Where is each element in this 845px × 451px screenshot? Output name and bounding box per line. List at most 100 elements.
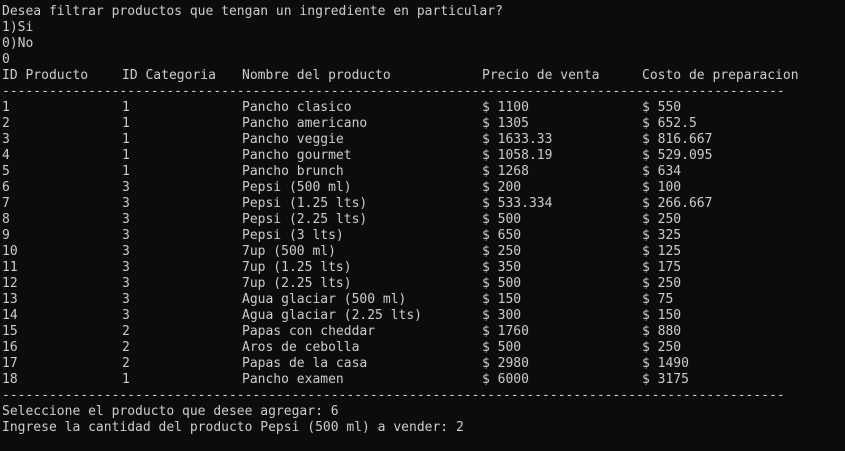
cell-id-producto: 1 bbox=[2, 100, 10, 115]
cell-id-categoria: 2 bbox=[122, 340, 130, 355]
cell-id-producto: 13 bbox=[2, 292, 18, 307]
cell-costo: $ 634 bbox=[642, 164, 682, 179]
cell-id-categoria: 2 bbox=[122, 324, 130, 339]
separator-bottom: ----------------------------------------… bbox=[2, 388, 785, 403]
header-nombre: Nombre del producto bbox=[242, 68, 391, 83]
table-row: 17 2 Papas de la casa $ 2980 $ 1490 bbox=[2, 356, 845, 372]
cell-id-producto: 18 bbox=[2, 372, 18, 387]
cell-costo: $ 652.5 bbox=[642, 116, 697, 131]
table-row: 8 3 Pepsi (2.25 lts) $ 500 $ 250 bbox=[2, 212, 845, 228]
table-row: 15 2 Papas con cheddar $ 1760 $ 880 bbox=[2, 324, 845, 340]
cell-costo: $ 75 bbox=[642, 292, 674, 307]
cell-id-categoria: 1 bbox=[122, 148, 130, 163]
cell-nombre: 7up (500 ml) bbox=[242, 244, 336, 259]
cell-id-producto: 14 bbox=[2, 308, 18, 323]
cell-costo: $ 3175 bbox=[642, 372, 689, 387]
cell-precio: $ 500 bbox=[482, 276, 522, 291]
table-row: 5 1 Pancho brunch $ 1268 $ 634 bbox=[2, 164, 845, 180]
cell-id-categoria: 1 bbox=[122, 116, 130, 131]
cell-costo: $ 250 bbox=[642, 212, 682, 227]
cell-id-producto: 9 bbox=[2, 228, 10, 243]
table-row: 7 3 Pepsi (1.25 lts) $ 533.334 $ 266.667 bbox=[2, 196, 845, 212]
cell-precio: $ 1100 bbox=[482, 100, 529, 115]
cell-precio: $ 1268 bbox=[482, 164, 529, 179]
cell-nombre: Pancho americano bbox=[242, 116, 368, 131]
cell-id-producto: 4 bbox=[2, 148, 10, 163]
console-window[interactable]: Desea filtrar productos que tengan un in… bbox=[0, 0, 845, 451]
cell-id-producto: 2 bbox=[2, 116, 10, 131]
table-row: 4 1 Pancho gourmet $ 1058.19 $ 529.095 bbox=[2, 148, 845, 164]
table-header: ID Producto ID Categoria Nombre del prod… bbox=[2, 68, 845, 84]
cell-nombre: Pancho clasico bbox=[242, 100, 352, 115]
table-row: 3 1 Pancho veggie $ 1633.33 $ 816.667 bbox=[2, 132, 845, 148]
cell-costo: $ 125 bbox=[642, 244, 682, 259]
cell-precio: $ 150 bbox=[482, 292, 522, 307]
cell-id-producto: 16 bbox=[2, 340, 18, 355]
cell-nombre: Agua glaciar (2.25 lts) bbox=[242, 308, 423, 323]
cell-costo: $ 100 bbox=[642, 180, 682, 195]
cell-id-categoria: 1 bbox=[122, 164, 130, 179]
cell-id-producto: 15 bbox=[2, 324, 18, 339]
select-product-prompt: Seleccione el producto que desee agregar… bbox=[2, 404, 339, 419]
cell-costo: $ 250 bbox=[642, 276, 682, 291]
cell-costo: $ 880 bbox=[642, 324, 682, 339]
table-row: 10 3 7up (500 ml) $ 250 $ 125 bbox=[2, 244, 845, 260]
table-row: 9 3 Pepsi (3 lts) $ 650 $ 325 bbox=[2, 228, 845, 244]
cell-id-categoria: 1 bbox=[122, 372, 130, 387]
cell-id-producto: 7 bbox=[2, 196, 10, 211]
table-row: 1 1 Pancho clasico $ 1100 $ 550 bbox=[2, 100, 845, 116]
user-answer: 0 bbox=[2, 52, 10, 67]
cell-precio: $ 2980 bbox=[482, 356, 529, 371]
quantity-prompt: Ingrese la cantidad del producto Pepsi (… bbox=[2, 420, 464, 435]
table-row: 18 1 Pancho examen $ 6000 $ 3175 bbox=[2, 372, 845, 388]
cell-id-producto: 10 bbox=[2, 244, 18, 259]
cell-id-producto: 17 bbox=[2, 356, 18, 371]
separator-top: ----------------------------------------… bbox=[2, 84, 785, 99]
cell-precio: $ 500 bbox=[482, 340, 522, 355]
cell-precio: $ 533.334 bbox=[482, 196, 553, 211]
table-row: 12 3 7up (2.25 lts) $ 500 $ 250 bbox=[2, 276, 845, 292]
cell-costo: $ 150 bbox=[642, 308, 682, 323]
cell-id-categoria: 1 bbox=[122, 100, 130, 115]
cell-precio: $ 350 bbox=[482, 260, 522, 275]
cell-id-producto: 5 bbox=[2, 164, 10, 179]
cell-precio: $ 200 bbox=[482, 180, 522, 195]
cell-id-categoria: 3 bbox=[122, 196, 130, 211]
cell-id-categoria: 1 bbox=[122, 132, 130, 147]
cell-costo: $ 550 bbox=[642, 100, 682, 115]
cell-precio: $ 1760 bbox=[482, 324, 529, 339]
cell-id-categoria: 3 bbox=[122, 292, 130, 307]
cell-costo: $ 175 bbox=[642, 260, 682, 275]
cell-id-producto: 12 bbox=[2, 276, 18, 291]
cell-nombre: Pepsi (1.25 lts) bbox=[242, 196, 368, 211]
table-row: 2 1 Pancho americano $ 1305 $ 652.5 bbox=[2, 116, 845, 132]
cell-id-categoria: 3 bbox=[122, 308, 130, 323]
cell-nombre: Pepsi (500 ml) bbox=[242, 180, 352, 195]
option-yes: 1)Si bbox=[2, 20, 34, 35]
cell-nombre: Aros de cebolla bbox=[242, 340, 360, 355]
cell-costo: $ 816.667 bbox=[642, 132, 713, 147]
cell-id-categoria: 3 bbox=[122, 212, 130, 227]
cell-id-producto: 6 bbox=[2, 180, 10, 195]
table-row: 11 3 7up (1.25 lts) $ 350 $ 175 bbox=[2, 260, 845, 276]
cell-costo: $ 266.667 bbox=[642, 196, 713, 211]
option-no: 0)No bbox=[2, 36, 34, 51]
cell-precio: $ 500 bbox=[482, 212, 522, 227]
table-row: 14 3 Agua glaciar (2.25 lts) $ 300 $ 150 bbox=[2, 308, 845, 324]
cell-id-categoria: 3 bbox=[122, 276, 130, 291]
cell-nombre: Pancho veggie bbox=[242, 132, 344, 147]
cell-id-producto: 11 bbox=[2, 260, 18, 275]
cell-id-categoria: 3 bbox=[122, 180, 130, 195]
cell-costo: $ 529.095 bbox=[642, 148, 713, 163]
cell-id-categoria: 3 bbox=[122, 260, 130, 275]
table-row: 6 3 Pepsi (500 ml) $ 200 $ 100 bbox=[2, 180, 845, 196]
cell-precio: $ 250 bbox=[482, 244, 522, 259]
cell-precio: $ 1633.33 bbox=[482, 132, 553, 147]
cell-nombre: Pancho brunch bbox=[242, 164, 344, 179]
table-body: 1 1 Pancho clasico $ 1100 $ 550 2 1 Pancho amer… bbox=[2, 100, 845, 388]
header-precio: Precio de venta bbox=[482, 68, 600, 83]
table-row: 13 3 Agua glaciar (500 ml) $ 150 $ 75 bbox=[2, 292, 845, 308]
cell-nombre: 7up (1.25 lts) bbox=[242, 260, 352, 275]
cell-nombre: Papas con cheddar bbox=[242, 324, 376, 339]
cell-id-categoria: 2 bbox=[122, 356, 130, 371]
